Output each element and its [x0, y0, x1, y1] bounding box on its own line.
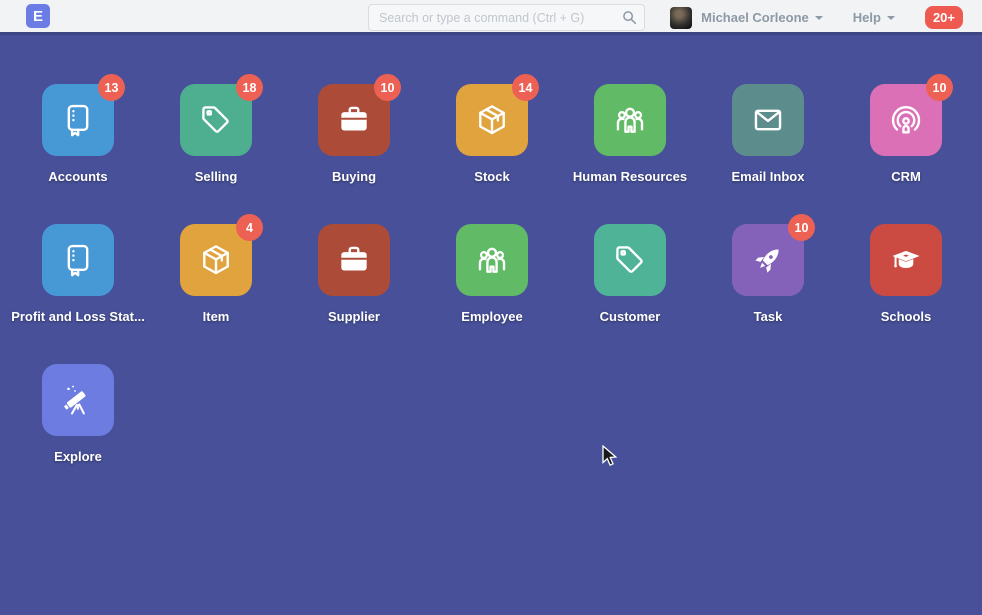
- app-tile[interactable]: 10: [732, 224, 804, 296]
- notifications-badge[interactable]: 20+: [925, 6, 963, 29]
- app-tile[interactable]: [594, 84, 666, 156]
- app-tile[interactable]: [870, 224, 942, 296]
- app-accounts[interactable]: 13 Accounts: [9, 84, 147, 224]
- user-name: Michael Corleone: [701, 10, 809, 25]
- help-label: Help: [853, 10, 881, 25]
- app-selling[interactable]: 18 Selling: [147, 84, 285, 224]
- user-menu[interactable]: Michael Corleone: [701, 10, 823, 25]
- topbar: E Michael Corleone Help 20+: [0, 0, 982, 35]
- telescope-icon: [59, 381, 97, 419]
- global-search: [368, 4, 645, 31]
- rocket-icon: [749, 241, 787, 279]
- search-icon[interactable]: [622, 10, 637, 25]
- app-label: Item: [203, 309, 230, 324]
- app-label: Supplier: [328, 309, 380, 324]
- icon-row-3: Explore: [9, 364, 982, 504]
- app-tile[interactable]: 14: [456, 84, 528, 156]
- app-tile[interactable]: [456, 224, 528, 296]
- podcast-icon: [887, 101, 925, 139]
- chevron-down-icon: [887, 16, 895, 20]
- notification-badge: 10: [374, 74, 401, 101]
- app-label: Stock: [474, 169, 509, 184]
- user-avatar[interactable]: [670, 7, 692, 29]
- module-icon-grid: 13 Accounts 18 Selling 10: [0, 35, 982, 504]
- box-icon: [197, 241, 235, 279]
- chevron-down-icon: [815, 16, 823, 20]
- app-tile[interactable]: [42, 224, 114, 296]
- ledger-icon: [59, 241, 97, 279]
- notification-badge: 4: [236, 214, 263, 241]
- help-menu[interactable]: Help: [853, 10, 895, 25]
- notification-badge: 14: [512, 74, 539, 101]
- graduation-cap-icon: [887, 241, 925, 279]
- app-label: Schools: [881, 309, 932, 324]
- icon-row-2: Profit and Loss Stat... 4 Item: [9, 224, 982, 364]
- notification-badge: 10: [926, 74, 953, 101]
- search-input[interactable]: [368, 4, 645, 31]
- app-task[interactable]: 10 Task: [699, 224, 837, 364]
- app-tile[interactable]: 18: [180, 84, 252, 156]
- app-label: Employee: [461, 309, 522, 324]
- app-email-inbox[interactable]: Email Inbox: [699, 84, 837, 224]
- people-icon: [611, 101, 649, 139]
- app-label: Selling: [195, 169, 238, 184]
- ledger-icon: [59, 101, 97, 139]
- app-explore[interactable]: Explore: [9, 364, 147, 504]
- tag-icon: [197, 101, 235, 139]
- icon-row-1: 13 Accounts 18 Selling 10: [9, 84, 982, 224]
- app-item[interactable]: 4 Item: [147, 224, 285, 364]
- app-tile[interactable]: [42, 364, 114, 436]
- tag-icon: [611, 241, 649, 279]
- app-tile[interactable]: 4: [180, 224, 252, 296]
- app-tile[interactable]: [318, 224, 390, 296]
- app-label: Profit and Loss Stat...: [11, 309, 145, 324]
- box-icon: [473, 101, 511, 139]
- app-tile[interactable]: [732, 84, 804, 156]
- briefcase-icon: [335, 241, 373, 279]
- app-employee[interactable]: Employee: [423, 224, 561, 364]
- app-schools[interactable]: Schools: [837, 224, 975, 364]
- app-label: Task: [754, 309, 783, 324]
- notification-badge: 18: [236, 74, 263, 101]
- app-label: Email Inbox: [732, 169, 805, 184]
- people-icon: [473, 241, 511, 279]
- briefcase-icon: [335, 101, 373, 139]
- app-label: Customer: [600, 309, 661, 324]
- app-crm[interactable]: 10 CRM: [837, 84, 975, 224]
- app-tile[interactable]: 13: [42, 84, 114, 156]
- app-customer[interactable]: Customer: [561, 224, 699, 364]
- app-tile[interactable]: 10: [870, 84, 942, 156]
- app-tile[interactable]: [594, 224, 666, 296]
- topbar-right: Michael Corleone Help 20+: [670, 0, 963, 35]
- notification-badge: 13: [98, 74, 125, 101]
- notification-badge: 10: [788, 214, 815, 241]
- app-label: CRM: [891, 169, 921, 184]
- app-tile[interactable]: 10: [318, 84, 390, 156]
- app-label: Explore: [54, 449, 102, 464]
- app-human-resources[interactable]: Human Resources: [561, 84, 699, 224]
- app-label: Human Resources: [573, 169, 687, 184]
- app-label: Buying: [332, 169, 376, 184]
- app-label: Accounts: [48, 169, 107, 184]
- app-buying[interactable]: 10 Buying: [285, 84, 423, 224]
- app-supplier[interactable]: Supplier: [285, 224, 423, 364]
- app-logo[interactable]: E: [26, 4, 50, 28]
- envelope-icon: [749, 101, 787, 139]
- app-stock[interactable]: 14 Stock: [423, 84, 561, 224]
- app-profit-and-loss[interactable]: Profit and Loss Stat...: [9, 224, 147, 364]
